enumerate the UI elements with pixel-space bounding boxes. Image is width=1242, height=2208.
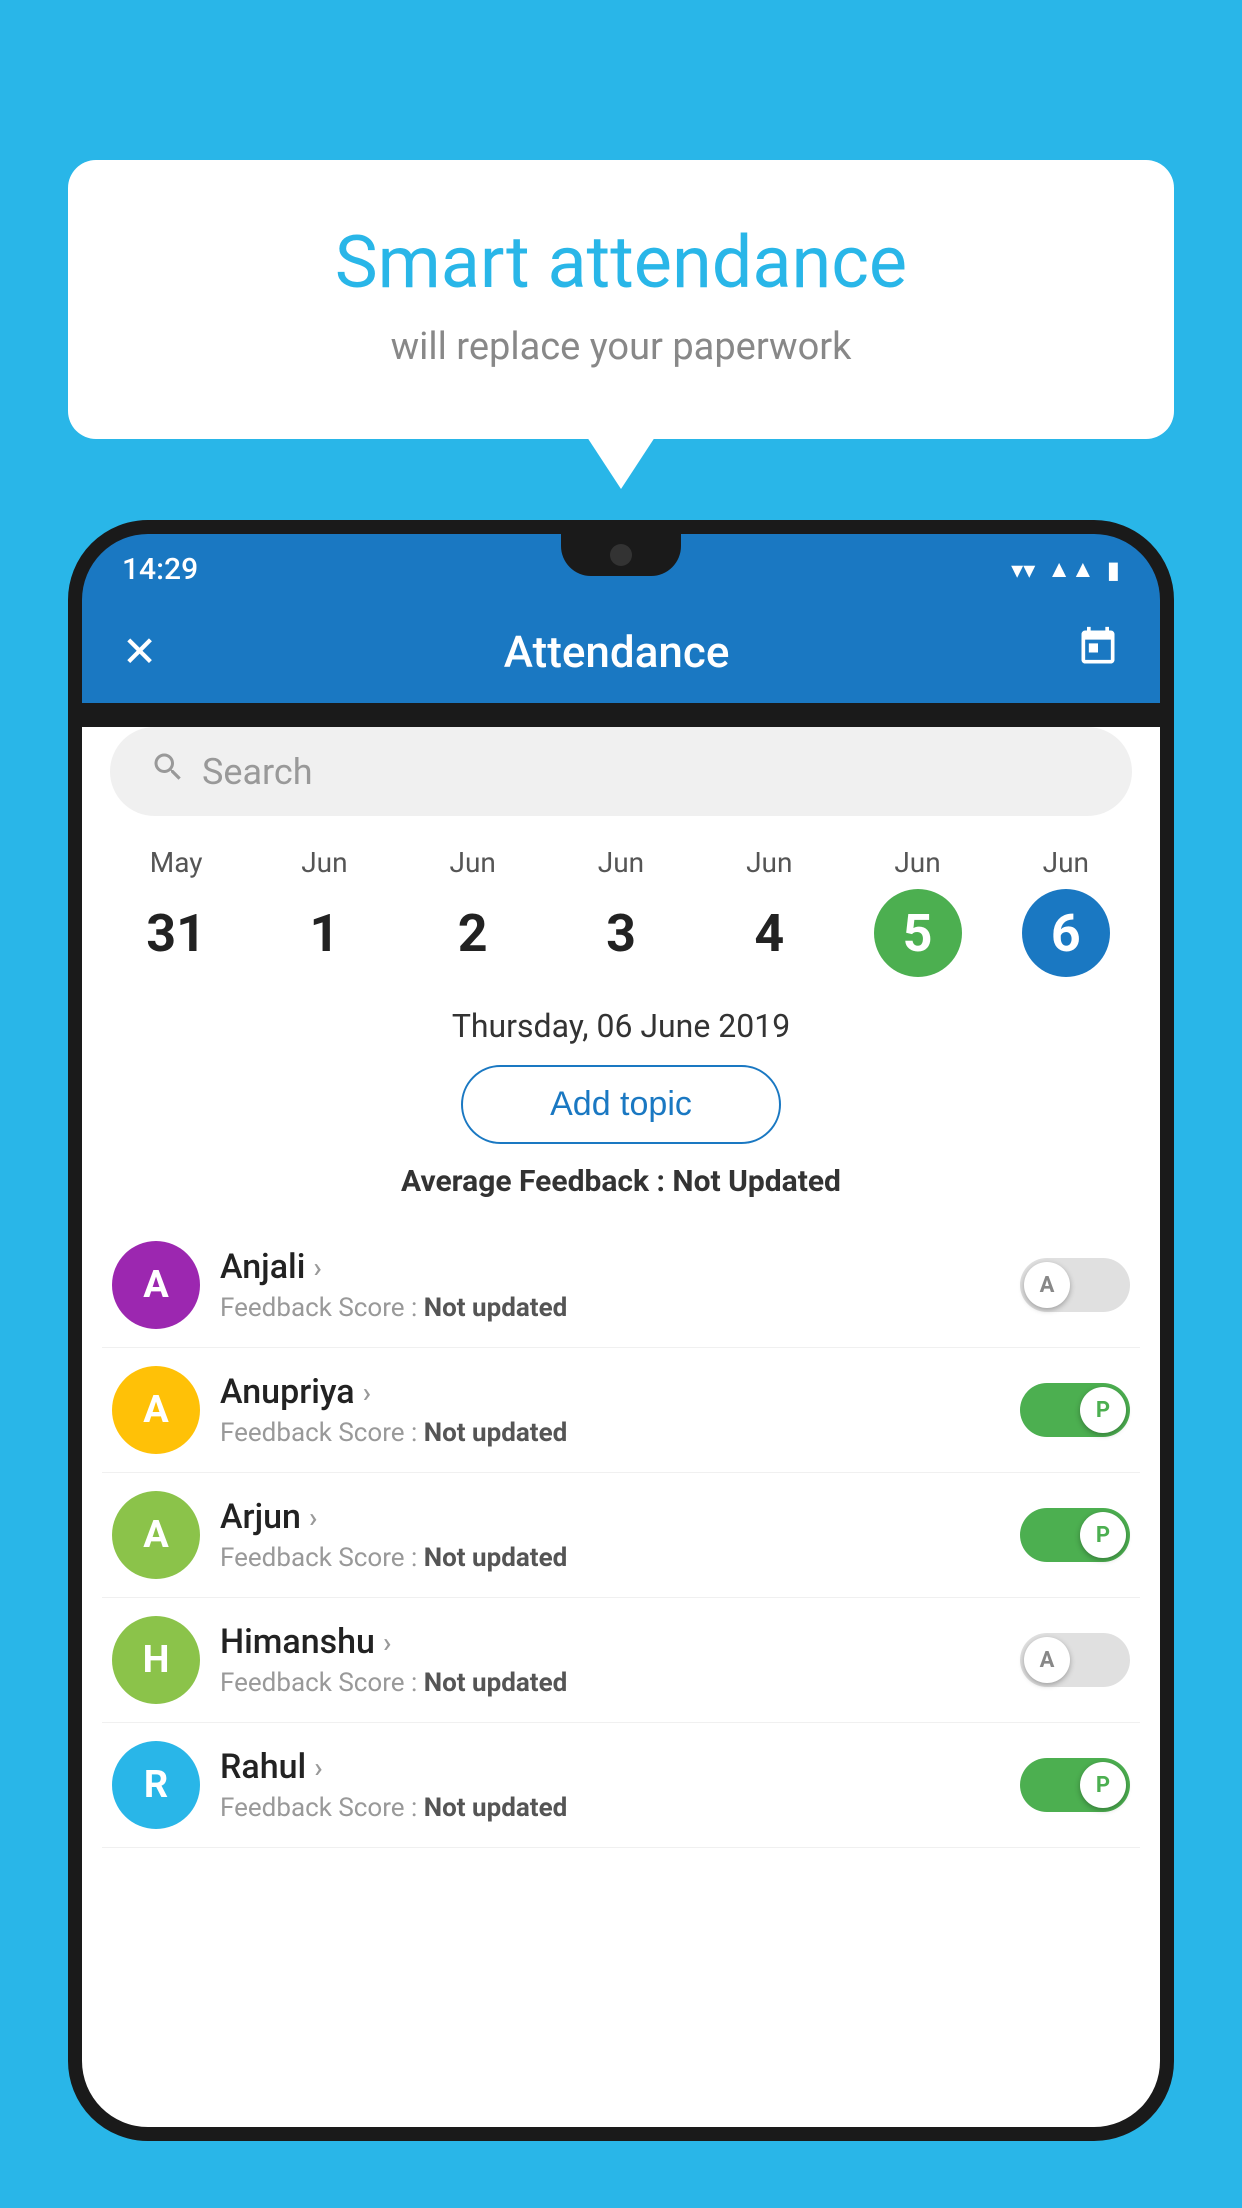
date-month-5: Jun [894, 846, 940, 879]
bubble-title: Smart attendance [118, 220, 1124, 305]
student-avatar-2: A [112, 1491, 200, 1579]
toggle-thumb-1: P [1080, 1387, 1126, 1433]
date-col-5[interactable]: Jun 5 [843, 846, 991, 977]
student-feedback-4: Feedback Score : Not updated [220, 1793, 1000, 1823]
add-topic-button[interactable]: Add topic [461, 1065, 781, 1144]
chevron-icon: › [383, 1626, 391, 1659]
phone-button-left [68, 874, 80, 1004]
student-feedback-2: Feedback Score : Not updated [220, 1543, 1000, 1573]
student-name-1: Anupriya › [220, 1372, 1000, 1412]
date-col-1[interactable]: Jun 1 [250, 846, 398, 977]
toggle-thumb-4: P [1080, 1762, 1126, 1808]
calendar-icon[interactable] [1076, 625, 1120, 679]
date-num-2[interactable]: 2 [429, 889, 517, 977]
date-num-1[interactable]: 1 [280, 889, 368, 977]
front-camera [610, 544, 632, 566]
student-toggle-4[interactable]: P [1020, 1758, 1130, 1812]
close-button[interactable]: ✕ [122, 627, 157, 677]
date-month-3: Jun [598, 846, 644, 879]
date-col-2[interactable]: Jun 2 [399, 846, 547, 977]
date-col-6[interactable]: Jun 6 [992, 846, 1140, 977]
phone-body: 14:29 ▾▾ ▲▲ ▮ ✕ Attendance [68, 520, 1174, 2141]
toggle-thumb-3: A [1024, 1637, 1070, 1683]
app-bar-title: Attendance [504, 626, 730, 678]
avg-feedback-label: Average Feedback : [401, 1164, 665, 1199]
status-icons: ▾▾ ▲▲ ▮ [1011, 555, 1120, 584]
student-toggle-3[interactable]: A [1020, 1633, 1130, 1687]
battery-icon: ▮ [1107, 556, 1120, 584]
phone-mockup: 14:29 ▾▾ ▲▲ ▮ ✕ Attendance [68, 520, 1174, 2208]
speech-bubble: Smart attendance will replace your paper… [68, 160, 1174, 439]
phone-button-right1 [1162, 834, 1174, 914]
date-col-0[interactable]: May 31 [102, 846, 250, 977]
phone-notch [561, 534, 681, 576]
student-feedback-0: Feedback Score : Not updated [220, 1293, 1000, 1323]
date-col-4[interactable]: Jun 4 [695, 846, 843, 977]
student-name-2: Arjun › [220, 1497, 1000, 1537]
date-col-3[interactable]: Jun 3 [547, 846, 695, 977]
student-feedback-1: Feedback Score : Not updated [220, 1418, 1000, 1448]
avg-feedback-value: Not Updated [672, 1164, 841, 1199]
date-picker: May 31 Jun 1 Jun 2 Jun 3 Jun 4 Jun 5 Jun 6 [82, 836, 1160, 997]
student-item-2[interactable]: A Arjun › Feedback Score : Not updated P [102, 1473, 1140, 1598]
student-info-1: Anupriya › Feedback Score : Not updated [220, 1372, 1000, 1448]
student-name-4: Rahul › [220, 1747, 1000, 1787]
wifi-icon: ▾▾ [1011, 556, 1035, 584]
date-num-5[interactable]: 5 [874, 889, 962, 977]
status-time: 14:29 [122, 552, 198, 587]
student-feedback-3: Feedback Score : Not updated [220, 1668, 1000, 1698]
student-avatar-3: H [112, 1616, 200, 1704]
phone-button-right2 [1162, 954, 1174, 1034]
student-item-4[interactable]: R Rahul › Feedback Score : Not updated P [102, 1723, 1140, 1848]
student-name-0: Anjali › [220, 1247, 1000, 1287]
student-avatar-4: R [112, 1741, 200, 1829]
search-icon [150, 749, 186, 794]
student-toggle-0[interactable]: A [1020, 1258, 1130, 1312]
date-num-6[interactable]: 6 [1022, 889, 1110, 977]
chevron-icon: › [309, 1501, 317, 1534]
toggle-thumb-0: A [1024, 1262, 1070, 1308]
search-bar[interactable]: Search [110, 727, 1132, 816]
student-toggle-2[interactable]: P [1020, 1508, 1130, 1562]
student-avatar-1: A [112, 1366, 200, 1454]
date-num-4[interactable]: 4 [725, 889, 813, 977]
signal-icon: ▲▲ [1047, 555, 1095, 584]
student-info-4: Rahul › Feedback Score : Not updated [220, 1747, 1000, 1823]
main-content: Search May 31 Jun 1 Jun 2 Jun 3 Jun 4 Jun 5 Jun 6 Thu… [82, 727, 1160, 2127]
date-month-0: May [150, 846, 203, 879]
student-name-3: Himanshu › [220, 1622, 1000, 1662]
toggle-thumb-2: P [1080, 1512, 1126, 1558]
chevron-icon: › [363, 1376, 371, 1409]
date-num-0[interactable]: 31 [132, 889, 220, 977]
chevron-icon: › [313, 1251, 321, 1284]
student-info-0: Anjali › Feedback Score : Not updated [220, 1247, 1000, 1323]
date-month-6: Jun [1043, 846, 1089, 879]
student-item-3[interactable]: H Himanshu › Feedback Score : Not updated A [102, 1598, 1140, 1723]
bubble-subtitle: will replace your paperwork [118, 325, 1124, 369]
selected-date-text: Thursday, 06 June 2019 [82, 997, 1160, 1065]
app-bar: ✕ Attendance [82, 601, 1160, 703]
date-month-1: Jun [301, 846, 347, 879]
date-month-2: Jun [450, 846, 496, 879]
student-list: AAnjali ›Feedback Score : Not updatedAAA… [82, 1223, 1160, 1848]
search-placeholder: Search [202, 751, 313, 793]
avg-feedback: Average Feedback : Not Updated [82, 1164, 1160, 1199]
student-avatar-0: A [112, 1241, 200, 1329]
student-item-0[interactable]: A Anjali › Feedback Score : Not updated A [102, 1223, 1140, 1348]
student-info-2: Arjun › Feedback Score : Not updated [220, 1497, 1000, 1573]
student-toggle-1[interactable]: P [1020, 1383, 1130, 1437]
chevron-icon: › [314, 1751, 322, 1784]
date-num-3[interactable]: 3 [577, 889, 665, 977]
date-month-4: Jun [746, 846, 792, 879]
student-item-1[interactable]: A Anupriya › Feedback Score : Not updated P [102, 1348, 1140, 1473]
student-info-3: Himanshu › Feedback Score : Not updated [220, 1622, 1000, 1698]
